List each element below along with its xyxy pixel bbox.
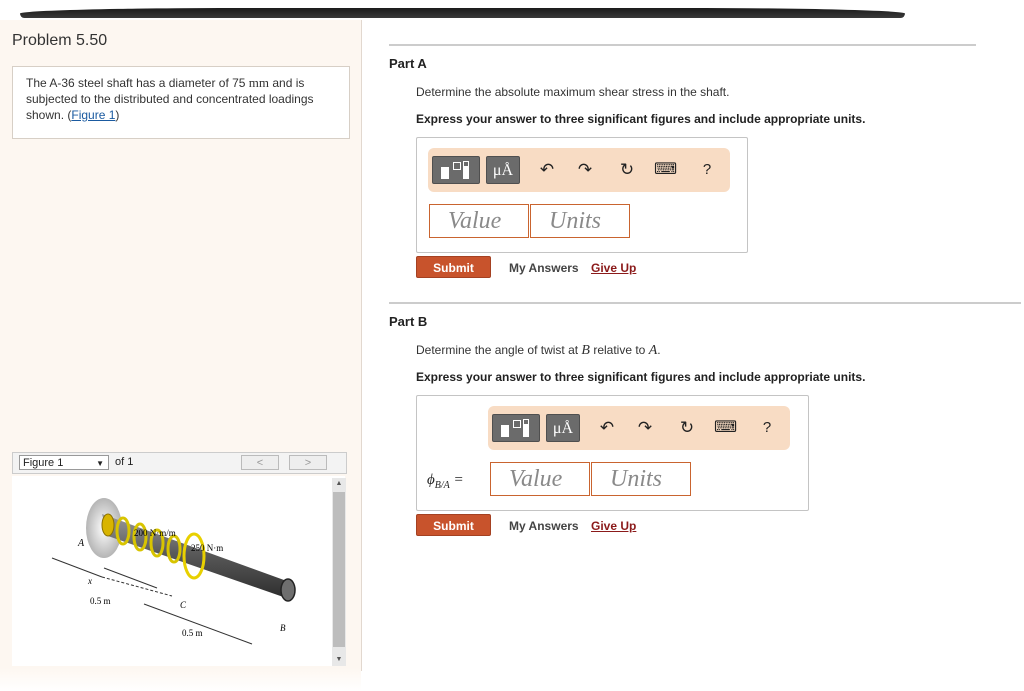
part-a-math-toolbar: μÅ ↶ ↷ ↻ ⌨ ?: [428, 148, 730, 192]
figure-count: of 1: [115, 456, 134, 468]
part-a-title: Part A: [389, 56, 427, 71]
redo-icon[interactable]: ↷: [574, 158, 596, 182]
templates-icon[interactable]: [432, 156, 480, 184]
part-b-question-text-1: Determine the angle of twist at: [416, 343, 582, 357]
problem-panel: Problem 5.50 The A-36 steel shaft has a …: [0, 20, 362, 691]
problem-title: Problem 5.50: [12, 32, 108, 49]
part-a-instruction: Express your answer to three significant…: [416, 112, 866, 126]
part-a-divider: [389, 44, 976, 46]
part-b-value-input[interactable]: Value: [490, 462, 590, 496]
help-icon[interactable]: ?: [756, 416, 778, 440]
label-point-a: A: [77, 538, 85, 549]
label-x: x: [87, 576, 92, 586]
figure-navigation-bar: Figure 1 ▼ of 1 < >: [12, 452, 347, 474]
figure-select[interactable]: Figure 1 ▼: [19, 455, 109, 470]
scroll-down-icon[interactable]: ▼: [332, 654, 346, 666]
statement-close: ): [115, 108, 120, 122]
part-a-my-answers-link[interactable]: My Answers: [509, 261, 579, 275]
redo-icon[interactable]: ↷: [634, 416, 656, 440]
next-figure-button[interactable]: >: [289, 455, 327, 470]
reset-icon[interactable]: ↻: [616, 158, 638, 182]
statement-text-1: The A-36 steel shaft has a diameter of 7…: [26, 76, 249, 90]
templates-icon[interactable]: [492, 414, 540, 442]
part-b-title: Part B: [389, 314, 428, 329]
part-b-units-input[interactable]: Units: [591, 462, 691, 496]
part-b-give-up-link[interactable]: Give Up: [591, 519, 636, 533]
label-point-b: B: [280, 623, 286, 633]
phi-equals: =: [449, 472, 464, 488]
phi-subscript: B/A: [434, 480, 450, 491]
part-a-question: Determine the absolute maximum shear str…: [416, 85, 730, 99]
figure-image: A B C x 200 N·m/m 250 N·m 0.5 m 0.5 m: [12, 476, 345, 666]
part-b-my-answers-link[interactable]: My Answers: [509, 519, 579, 533]
scrollbar-thumb[interactable]: [333, 492, 345, 647]
shaft: [102, 514, 292, 600]
part-b-question-a: A: [648, 343, 658, 358]
problem-statement: The A-36 steel shaft has a diameter of 7…: [12, 66, 350, 139]
undo-icon[interactable]: ↶: [536, 158, 558, 182]
figure-link[interactable]: Figure 1: [71, 108, 115, 122]
keyboard-icon[interactable]: ⌨: [714, 416, 737, 440]
label-length-2: 0.5 m: [182, 628, 203, 638]
label-point-c: C: [180, 600, 187, 610]
units-symbol-button[interactable]: μÅ: [546, 414, 580, 442]
part-b-divider: [389, 302, 1021, 304]
part-b-question: Determine the angle of twist at B relati…: [416, 343, 661, 359]
label-length-1: 0.5 m: [90, 596, 111, 606]
shaft-end-b: [280, 578, 296, 602]
help-icon[interactable]: ?: [696, 158, 718, 182]
keyboard-icon[interactable]: ⌨: [654, 158, 677, 182]
part-a-give-up-link[interactable]: Give Up: [591, 261, 636, 275]
part-b-question-end: .: [657, 343, 661, 357]
label-distributed-load: 200 N·m/m: [134, 528, 176, 538]
shaft-figure: A B C x 200 N·m/m 250 N·m 0.5 m 0.5 m: [51, 498, 296, 645]
part-b-submit-button[interactable]: Submit: [416, 514, 491, 536]
undo-icon[interactable]: ↶: [596, 416, 618, 440]
phi-ba-label: ϕB/A =: [427, 472, 464, 491]
browser-top-edge: [0, 0, 1024, 20]
part-b-question-b: B: [581, 343, 590, 358]
part-a-submit-button[interactable]: Submit: [416, 256, 491, 278]
part-a-value-input[interactable]: Value: [429, 204, 529, 238]
phi-symbol: ϕ: [427, 472, 435, 488]
part-b-question-text-2: relative to: [589, 343, 649, 357]
previous-figure-button[interactable]: <: [241, 455, 279, 470]
units-symbol-button[interactable]: μÅ: [486, 156, 520, 184]
collar-a: [101, 513, 115, 537]
part-b-answer-box: μÅ ↶ ↷ ↻ ⌨ ? ϕB/A = Value Units: [416, 395, 809, 511]
figure-select-value: Figure 1: [23, 457, 64, 469]
reset-icon[interactable]: ↻: [676, 416, 698, 440]
statement-unit: mm: [248, 75, 270, 90]
part-b-math-toolbar: μÅ ↶ ↷ ↻ ⌨ ?: [488, 406, 790, 450]
panel-bottom-fade: [0, 668, 361, 691]
label-concentrated-load: 250 N·m: [191, 543, 223, 553]
figure-scrollbar[interactable]: ▲ ▼: [332, 478, 346, 666]
part-a-units-input[interactable]: Units: [530, 204, 630, 238]
part-b-instruction: Express your answer to three significant…: [416, 370, 866, 384]
part-a-answer-box: μÅ ↶ ↷ ↻ ⌨ ? Value Units: [416, 137, 748, 253]
dropdown-arrow-icon: ▼: [96, 459, 104, 468]
scroll-up-icon[interactable]: ▲: [332, 478, 346, 490]
top-edge-band: [20, 8, 905, 18]
